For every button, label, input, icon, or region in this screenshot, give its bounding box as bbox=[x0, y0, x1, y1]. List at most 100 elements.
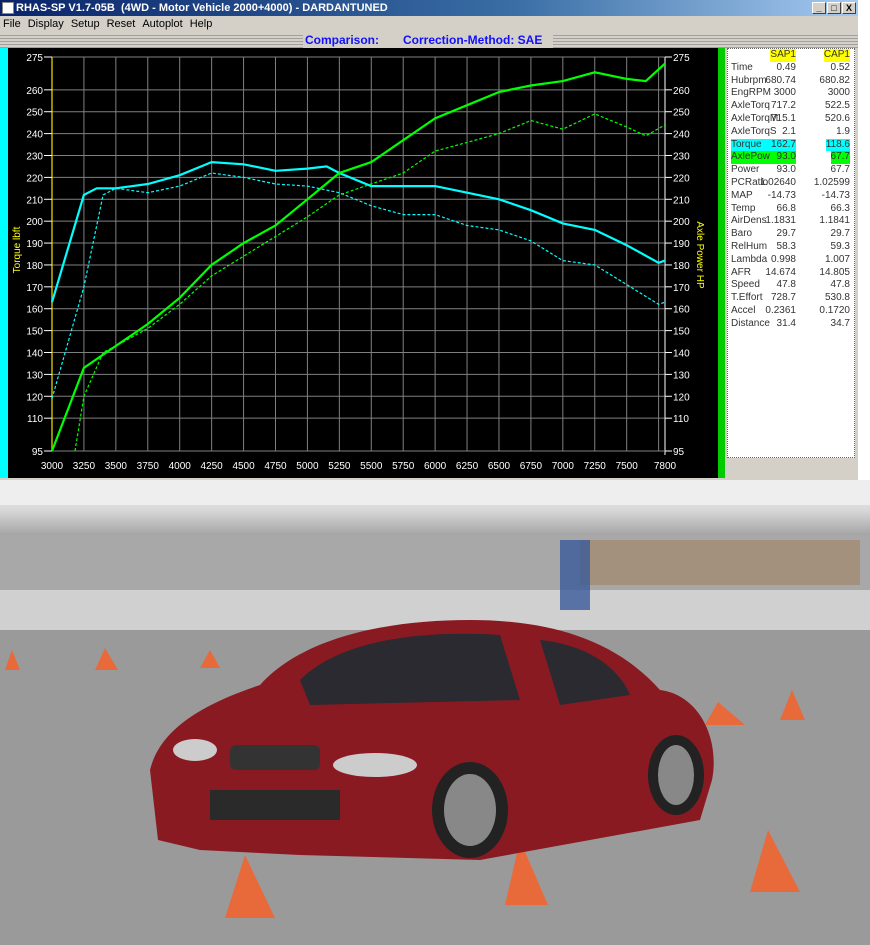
y2-tick-label: 210 bbox=[673, 195, 690, 206]
data-readout-table: SAP1 CAP1 Time 0.49 0.52 Hubrpm 680.74 680.82 En… bbox=[727, 48, 855, 458]
minimize-button[interactable]: _ bbox=[812, 2, 826, 14]
maximize-button[interactable]: □ bbox=[827, 2, 841, 14]
row-label: Hubrpm bbox=[731, 74, 767, 86]
menu-display[interactable]: Display bbox=[28, 18, 64, 30]
row-label: Speed bbox=[731, 279, 760, 291]
table-row[interactable]: Baro 29.7 29.7 bbox=[728, 228, 854, 241]
row-label: MAP bbox=[731, 189, 753, 201]
cap1-value: 0.1720 bbox=[819, 304, 850, 316]
cap1-value: 0.52 bbox=[830, 61, 850, 73]
table-row[interactable]: Power 93.0 67.7 bbox=[728, 164, 854, 177]
cap1-value: 34.7 bbox=[830, 317, 850, 329]
y2-tick-label: 200 bbox=[673, 217, 690, 228]
table-row[interactable]: Lambda 0.998 1.007 bbox=[728, 254, 854, 267]
sap1-value: 715.1 bbox=[770, 112, 796, 124]
cap1-value: 66.3 bbox=[830, 202, 850, 214]
table-row[interactable]: MAP -14.73 -14.73 bbox=[728, 190, 854, 203]
sap1-value: 14.674 bbox=[765, 266, 796, 278]
status-strip: Comparison: Correction-Method: SAE bbox=[0, 33, 858, 48]
menu-reset[interactable]: Reset bbox=[107, 18, 136, 30]
x-tick-label: 5750 bbox=[392, 461, 415, 472]
sap1-value: 680.74 bbox=[765, 74, 796, 86]
cap1-value: -14.73 bbox=[821, 189, 850, 201]
y2-tick-label: 220 bbox=[673, 173, 690, 184]
x-tick-label: 5250 bbox=[328, 461, 351, 472]
sap1-value: 93.0 bbox=[776, 164, 796, 176]
cap1-value: 1.9 bbox=[836, 125, 850, 137]
table-row[interactable]: RelHum 58.3 59.3 bbox=[728, 241, 854, 254]
y-tick-label: 150 bbox=[26, 327, 43, 338]
y2-tick-label: 130 bbox=[673, 370, 690, 381]
y-tick-label: 110 bbox=[27, 414, 43, 425]
table-row[interactable]: AxleTorq 717.2 522.5 bbox=[728, 100, 854, 113]
x-tick-label: 3250 bbox=[73, 461, 96, 472]
sap1-value: 29.7 bbox=[776, 228, 796, 240]
menu-file[interactable]: File bbox=[3, 18, 21, 30]
x-tick-label: 4250 bbox=[201, 461, 224, 472]
y-tick-label: 250 bbox=[26, 108, 43, 119]
x-tick-label: 4500 bbox=[232, 461, 255, 472]
cap1-value: 59.3 bbox=[830, 240, 850, 252]
table-row[interactable]: Accel 0.2361 0.1720 bbox=[728, 305, 854, 318]
y2-tick-label: 110 bbox=[673, 414, 689, 425]
app-window: RHAS-SP V1.7-05B (4WD - Motor Vehicle 20… bbox=[0, 0, 858, 480]
table-row[interactable]: Speed 47.8 47.8 bbox=[728, 279, 854, 292]
table-row[interactable]: AxlePow 93.0 67.7 bbox=[728, 151, 854, 165]
table-row[interactable]: AFR 14.674 14.805 bbox=[728, 267, 854, 280]
sap1-value: 1.02640 bbox=[759, 176, 796, 188]
x-tick-label: 6500 bbox=[488, 461, 511, 472]
row-label: AxleTorq bbox=[731, 100, 770, 112]
table-row[interactable]: AxleTorqM 715.1 520.6 bbox=[728, 113, 854, 126]
sap1-value: 58.3 bbox=[776, 240, 796, 252]
cap1-value: 67.7 bbox=[830, 164, 850, 176]
row-label: EngRPM bbox=[731, 87, 772, 99]
close-button[interactable]: X bbox=[842, 2, 856, 14]
table-row[interactable]: Time 0.49 0.52 bbox=[728, 62, 854, 75]
cap1-value: 67.7 bbox=[830, 151, 850, 165]
row-label: AxleTorqS bbox=[731, 125, 777, 137]
cap1-value: 29.7 bbox=[830, 228, 850, 240]
col-header-sap1: SAP1 bbox=[770, 49, 796, 62]
car-photo bbox=[0, 480, 870, 945]
row-label: RelHum bbox=[731, 240, 768, 252]
y-tick-label: 220 bbox=[26, 173, 43, 184]
table-row[interactable]: T.Effort 728.7 530.8 bbox=[728, 292, 854, 305]
y-tick-label: 180 bbox=[26, 261, 43, 272]
table-row[interactable]: Torque 162.7 118.6 bbox=[728, 138, 854, 152]
x-tick-label: 6250 bbox=[456, 461, 479, 472]
y-axis-label: Torque lbft bbox=[12, 226, 23, 273]
y-tick-label: 160 bbox=[26, 305, 43, 316]
row-label: Time bbox=[731, 61, 753, 73]
menu-autoplot[interactable]: Autoplot bbox=[142, 18, 182, 30]
torque-color-bar bbox=[0, 48, 8, 478]
y2-tick-label: 120 bbox=[673, 392, 690, 403]
table-row[interactable]: AxleTorqS 2.1 1.9 bbox=[728, 126, 854, 139]
x-tick-label: 7250 bbox=[584, 461, 607, 472]
power-color-bar bbox=[718, 48, 725, 478]
y-tick-label: 170 bbox=[26, 283, 43, 294]
y2-axis-label: Axle Power HP bbox=[694, 221, 705, 289]
correction-method: Correction-Method: SAE bbox=[403, 33, 543, 47]
row-label: Power bbox=[731, 164, 760, 176]
table-row[interactable]: Hubrpm 680.74 680.82 bbox=[728, 75, 854, 88]
y2-tick-label: 180 bbox=[673, 261, 690, 272]
sap1-value: 0.49 bbox=[776, 61, 796, 73]
menu-setup[interactable]: Setup bbox=[71, 18, 100, 30]
torque-cap1-line bbox=[51, 172, 666, 399]
x-tick-label: 3000 bbox=[41, 461, 64, 472]
table-row[interactable]: EngRPM 3000 3000 bbox=[728, 87, 854, 100]
table-row[interactable]: Distance 31.4 34.7 bbox=[728, 318, 854, 331]
x-tick-label: 5000 bbox=[296, 461, 319, 472]
table-row[interactable]: PCRatio 1.02640 1.02599 bbox=[728, 177, 854, 190]
cap1-value: 14.805 bbox=[819, 266, 850, 278]
y2-tick-label: 150 bbox=[673, 327, 690, 338]
table-row[interactable]: Temp 66.8 66.3 bbox=[728, 203, 854, 216]
sap1-value: 31.4 bbox=[776, 317, 796, 329]
x-tick-label: 3750 bbox=[137, 461, 160, 472]
y-tick-label: 120 bbox=[26, 392, 43, 403]
y-tick-label: 275 bbox=[26, 53, 43, 64]
table-row[interactable]: AirDens 1.1831 1.1841 bbox=[728, 215, 854, 228]
row-label: AxlePow bbox=[731, 151, 783, 165]
col-header-cap1: CAP1 bbox=[823, 49, 850, 62]
menu-help[interactable]: Help bbox=[190, 18, 213, 30]
